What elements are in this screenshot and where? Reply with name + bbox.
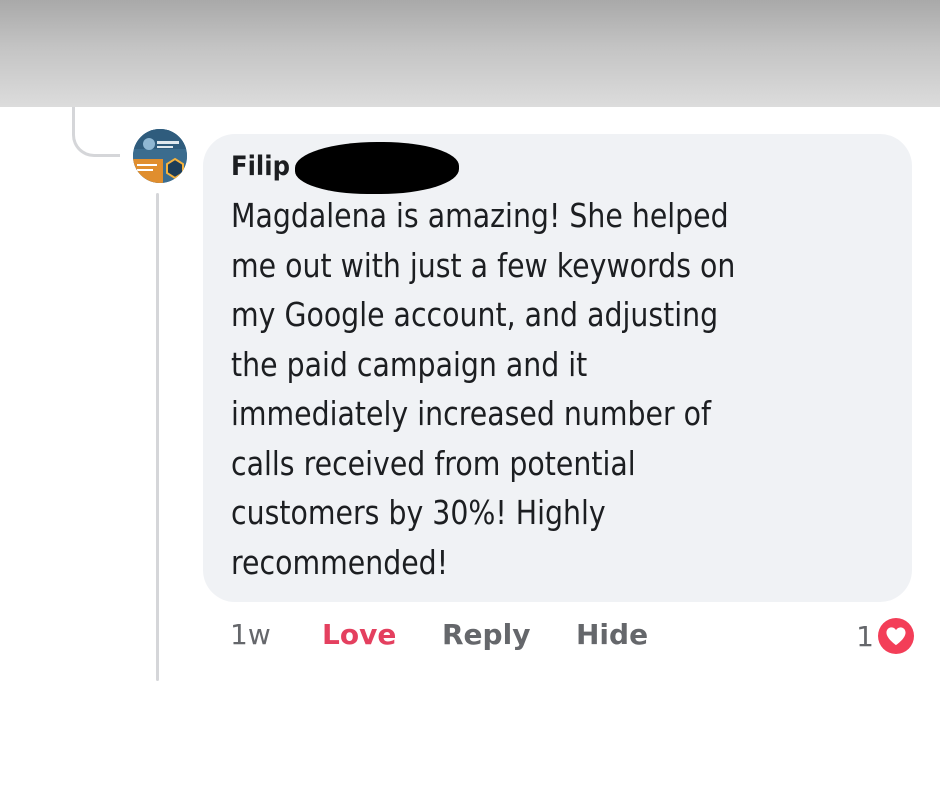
comment-bubble: Filip Magdalena is amazing! She helped m… <box>203 134 912 602</box>
avatar-image <box>133 129 187 183</box>
top-shade <box>0 0 940 107</box>
avatar[interactable] <box>133 129 187 183</box>
comment-timestamp[interactable]: 1w <box>230 612 271 658</box>
love-button[interactable]: Love <box>322 612 396 658</box>
author-name[interactable]: Filip <box>231 147 290 187</box>
reaction-summary[interactable]: 1 <box>856 616 914 656</box>
hide-button[interactable]: Hide <box>576 612 648 658</box>
thread-connector <box>72 107 120 157</box>
reply-button[interactable]: Reply <box>442 612 530 658</box>
reaction-count: 1 <box>856 619 874 653</box>
heart-icon <box>878 618 914 654</box>
comment-text: Magdalena is amazing! She helped me out … <box>231 196 736 582</box>
redaction-mark <box>295 142 459 194</box>
thread-line <box>156 193 159 681</box>
author-row: Filip <box>231 142 892 194</box>
